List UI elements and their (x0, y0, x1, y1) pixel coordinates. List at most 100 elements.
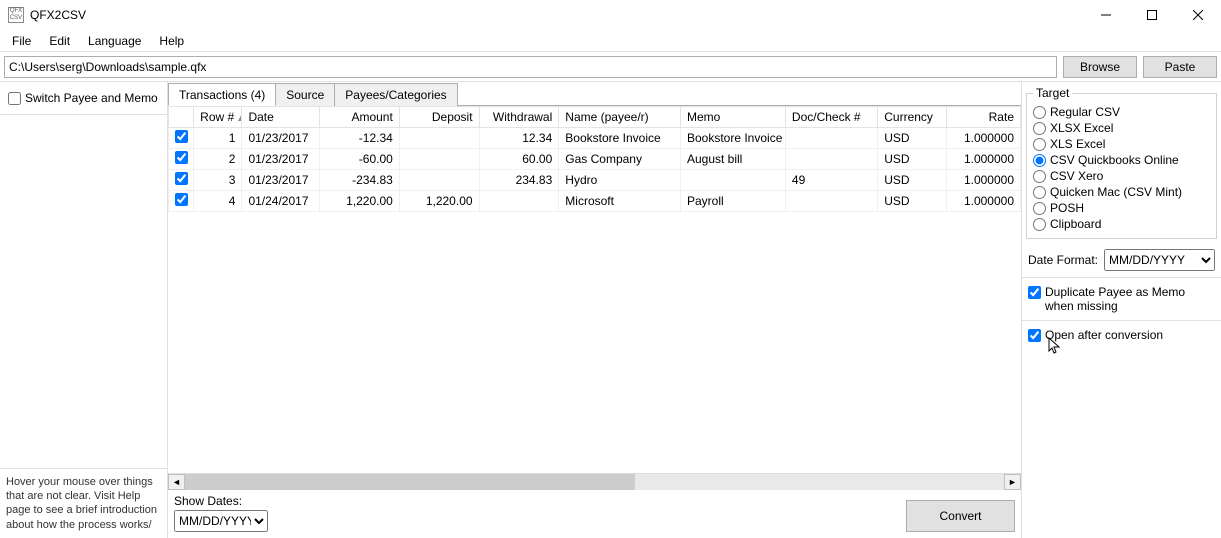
cell-withdrawal: 234.83 (479, 170, 559, 191)
scroll-track[interactable] (185, 474, 1004, 490)
target-option-label: CSV Xero (1050, 169, 1103, 183)
transactions-table-wrap: Row #▲ Date Amount Deposit Withdrawal Na… (168, 106, 1021, 473)
cell-rate: 1.000000 (947, 128, 1021, 149)
target-radio[interactable] (1033, 138, 1046, 151)
target-option-label: POSH (1050, 201, 1084, 215)
cell-currency: USD (878, 170, 947, 191)
cell-rownum: 2 (194, 149, 242, 170)
cell-doc: 49 (785, 170, 877, 191)
col-check[interactable] (169, 107, 194, 128)
duplicate-payee-input[interactable] (1028, 286, 1041, 299)
cell-amount: -234.83 (320, 170, 400, 191)
col-doc[interactable]: Doc/Check # (785, 107, 877, 128)
menu-help[interactable]: Help (151, 32, 192, 50)
cell-deposit (399, 170, 479, 191)
switch-payee-memo-input[interactable] (8, 92, 21, 105)
target-option[interactable]: POSH (1033, 200, 1210, 216)
cell-name: Microsoft (559, 191, 681, 212)
target-radio[interactable] (1033, 202, 1046, 215)
col-amount[interactable]: Amount (320, 107, 400, 128)
show-dates-select[interactable]: MM/DD/YYYY (174, 510, 268, 532)
cell-memo: August bill (680, 149, 785, 170)
target-group: Target Regular CSVXLSX ExcelXLS ExcelCSV… (1026, 86, 1217, 239)
minimize-button[interactable] (1083, 0, 1129, 30)
cell-name: Bookstore Invoice (559, 128, 681, 149)
cell-rate: 1.000000 (947, 170, 1021, 191)
open-after-input[interactable] (1028, 329, 1041, 342)
target-radio[interactable] (1033, 122, 1046, 135)
bottom-row: Show Dates: MM/DD/YYYY Convert (168, 490, 1021, 538)
tabs: Transactions (4) Source Payees/Categorie… (168, 82, 1021, 106)
right-panel: Target Regular CSVXLSX ExcelXLS ExcelCSV… (1021, 82, 1221, 538)
target-option[interactable]: Regular CSV (1033, 104, 1210, 120)
target-option[interactable]: Clipboard (1033, 216, 1210, 232)
path-input[interactable] (4, 56, 1057, 78)
cell-withdrawal (479, 191, 559, 212)
maximize-button[interactable] (1129, 0, 1175, 30)
target-option-label: Clipboard (1050, 217, 1101, 231)
col-row[interactable]: Row #▲ (194, 107, 242, 128)
window-title: QFX2CSV (30, 8, 1083, 22)
duplicate-payee-checkbox[interactable]: Duplicate Payee as Memo when missing (1028, 284, 1215, 314)
close-button[interactable] (1175, 0, 1221, 30)
switch-payee-memo-checkbox[interactable]: Switch Payee and Memo (8, 90, 159, 106)
target-option[interactable]: CSV Xero (1033, 168, 1210, 184)
horizontal-scrollbar[interactable]: ◄ ► (168, 473, 1021, 490)
scroll-thumb[interactable] (185, 474, 635, 490)
target-option-label: XLSX Excel (1050, 121, 1113, 135)
cell-currency: USD (878, 149, 947, 170)
col-withdrawal[interactable]: Withdrawal (479, 107, 559, 128)
menu-edit[interactable]: Edit (41, 32, 78, 50)
col-name[interactable]: Name (payee/r) (559, 107, 681, 128)
col-memo[interactable]: Memo (680, 107, 785, 128)
tab-source[interactable]: Source (275, 83, 335, 106)
cell-date: 01/23/2017 (242, 128, 320, 149)
row-checkbox[interactable] (175, 151, 188, 164)
cell-memo: Payroll (680, 191, 785, 212)
cell-doc (785, 149, 877, 170)
target-radio[interactable] (1033, 186, 1046, 199)
center-panel: Transactions (4) Source Payees/Categorie… (168, 82, 1021, 538)
target-option[interactable]: Quicken Mac (CSV Mint) (1033, 184, 1210, 200)
target-radio[interactable] (1033, 106, 1046, 119)
paste-button[interactable]: Paste (1143, 56, 1217, 78)
scroll-left-arrow[interactable]: ◄ (168, 474, 185, 490)
cell-deposit (399, 149, 479, 170)
help-hint: Hover your mouse over things that are no… (0, 468, 167, 538)
target-radio[interactable] (1033, 170, 1046, 183)
tab-transactions[interactable]: Transactions (4) (168, 83, 276, 106)
table-row[interactable]: 401/24/20171,220.001,220.00MicrosoftPayr… (169, 191, 1021, 212)
col-deposit[interactable]: Deposit (399, 107, 479, 128)
target-option[interactable]: CSV Quickbooks Online (1033, 152, 1210, 168)
table-row[interactable]: 201/23/2017-60.0060.00Gas CompanyAugust … (169, 149, 1021, 170)
target-option-label: Quicken Mac (CSV Mint) (1050, 185, 1182, 199)
col-date[interactable]: Date (242, 107, 320, 128)
cell-name: Hydro (559, 170, 681, 191)
col-rate[interactable]: Rate (947, 107, 1021, 128)
menu-file[interactable]: File (4, 32, 39, 50)
col-currency[interactable]: Currency (878, 107, 947, 128)
date-format-label: Date Format: (1028, 253, 1098, 267)
table-row[interactable]: 101/23/2017-12.3412.34Bookstore InvoiceB… (169, 128, 1021, 149)
target-option[interactable]: XLS Excel (1033, 136, 1210, 152)
row-checkbox[interactable] (175, 130, 188, 143)
table-row[interactable]: 301/23/2017-234.83234.83Hydro49USD1.0000… (169, 170, 1021, 191)
cell-date: 01/23/2017 (242, 170, 320, 191)
cell-doc (785, 191, 877, 212)
target-radio[interactable] (1033, 154, 1046, 167)
date-format-select[interactable]: MM/DD/YYYY (1104, 249, 1215, 271)
browse-button[interactable]: Browse (1063, 56, 1137, 78)
menu-language[interactable]: Language (80, 32, 149, 50)
row-checkbox[interactable] (175, 193, 188, 206)
convert-button[interactable]: Convert (906, 500, 1015, 532)
cell-date: 01/24/2017 (242, 191, 320, 212)
titlebar: QFX CSV QFX2CSV (0, 0, 1221, 30)
target-radio[interactable] (1033, 218, 1046, 231)
app-logo: QFX CSV (8, 7, 24, 23)
open-after-checkbox[interactable]: Open after conversion (1028, 327, 1215, 343)
cell-rownum: 1 (194, 128, 242, 149)
scroll-right-arrow[interactable]: ► (1004, 474, 1021, 490)
target-option[interactable]: XLSX Excel (1033, 120, 1210, 136)
tab-payees-categories[interactable]: Payees/Categories (334, 83, 457, 106)
row-checkbox[interactable] (175, 172, 188, 185)
